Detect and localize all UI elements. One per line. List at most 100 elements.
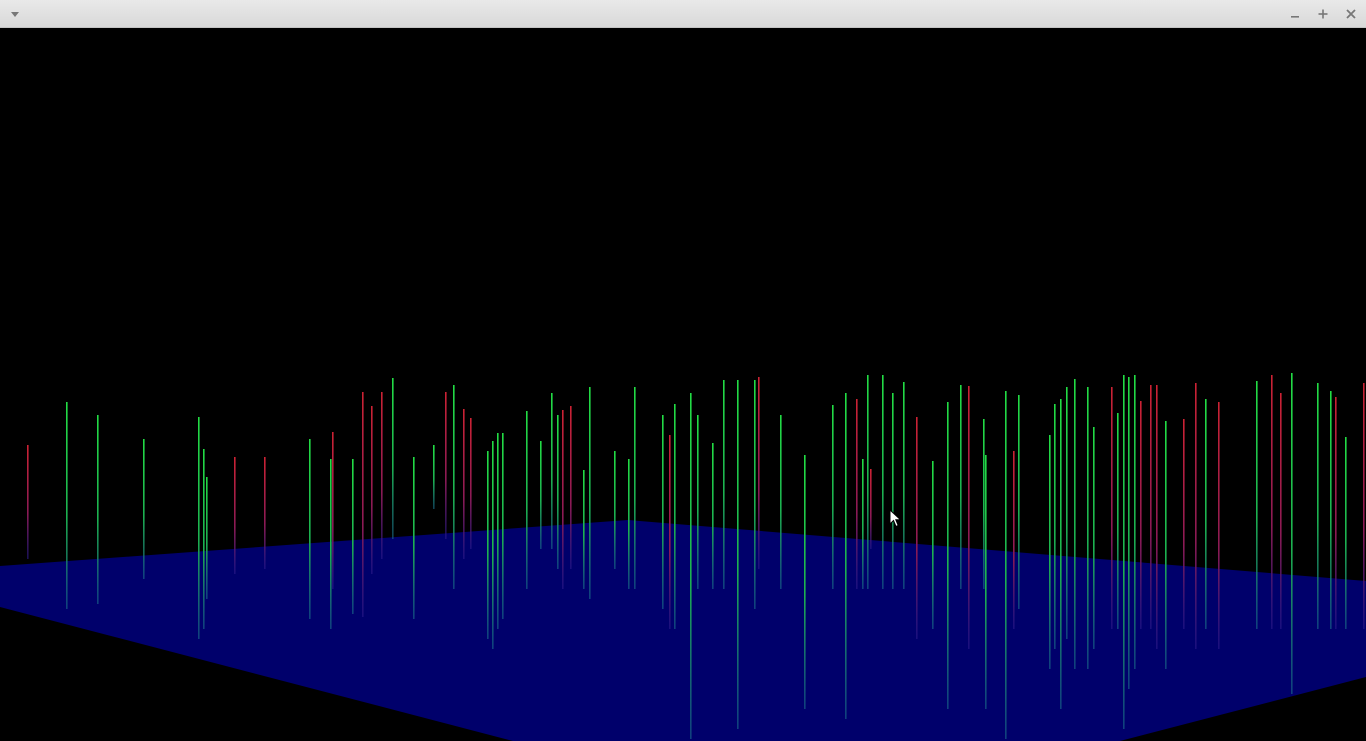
chevron-down-icon[interactable] (6, 6, 24, 22)
bar-red (1218, 402, 1220, 649)
close-icon[interactable] (1342, 6, 1360, 22)
bar-red (1271, 375, 1273, 629)
bar-red (371, 406, 373, 574)
bar-green (780, 415, 782, 589)
bar-green (1205, 399, 1207, 629)
bar-red (1156, 385, 1158, 649)
bar-green (960, 385, 962, 589)
3d-viewport[interactable] (0, 29, 1366, 741)
bar-green (453, 385, 455, 589)
bar-green (392, 378, 394, 539)
bar-green (614, 451, 616, 569)
maximize-icon[interactable] (1314, 6, 1332, 22)
bar-green (662, 415, 664, 609)
bar-green (1074, 379, 1076, 669)
bar-green (737, 380, 739, 729)
bar-green (804, 455, 806, 709)
bar-green (1345, 437, 1347, 629)
bar-green (583, 470, 585, 589)
bar-green (932, 461, 934, 629)
bar-green (754, 380, 756, 609)
bar-red (1111, 387, 1113, 629)
bar-green (557, 415, 559, 569)
bar-red (1195, 383, 1197, 649)
bar-green (1134, 375, 1136, 669)
bar-green (628, 459, 630, 589)
bar-green (198, 417, 200, 639)
bar-green (1087, 387, 1089, 669)
bar-green (867, 375, 869, 589)
bar-red (968, 386, 970, 649)
bar-red (381, 392, 383, 559)
bar-green (330, 459, 332, 629)
bar-green (723, 380, 725, 589)
bar-green (1093, 427, 1095, 649)
bar-red (1183, 419, 1185, 629)
bar-red (1335, 397, 1337, 629)
bar-green (882, 375, 884, 589)
bar-red (470, 418, 472, 549)
bar-red (332, 432, 334, 589)
bar-green (413, 457, 415, 619)
bar-red (264, 457, 266, 569)
bar-red (1140, 401, 1142, 629)
bar-red (570, 406, 572, 569)
bar-green (203, 449, 205, 629)
bar-red (445, 392, 447, 539)
bar-green (1165, 421, 1167, 669)
bar-green (589, 387, 591, 599)
bar-green (1128, 377, 1130, 689)
bar-green (526, 411, 528, 589)
title-bar[interactable] (0, 0, 1366, 28)
bar-green (352, 459, 354, 614)
bar-green (1060, 399, 1062, 709)
bar-green (634, 387, 636, 589)
bar-green (1123, 375, 1125, 729)
bar-green (551, 393, 553, 549)
bar-green (1117, 413, 1119, 629)
bar-green (1291, 373, 1293, 694)
application-window (0, 0, 1366, 741)
bar-green (892, 393, 894, 589)
bar-green (845, 393, 847, 719)
bar-green (492, 441, 494, 649)
minimize-icon[interactable] (1286, 6, 1304, 22)
bar-green (712, 443, 714, 589)
bar-green (832, 405, 834, 589)
bar-green (1256, 381, 1258, 629)
bar-red (870, 469, 872, 549)
bar-green (947, 402, 949, 709)
bar-green (143, 439, 145, 579)
bar-green (983, 419, 985, 589)
bar-green (433, 445, 435, 509)
bar-green (1049, 435, 1051, 669)
mouse-pointer-icon (889, 508, 903, 529)
bar-red (234, 457, 236, 574)
bar-red (856, 399, 858, 589)
bar-green (487, 451, 489, 639)
bar-green (903, 382, 905, 589)
bar-green (97, 415, 99, 604)
bar-green (206, 477, 208, 599)
bar-green (1018, 395, 1020, 609)
bar-green (66, 402, 68, 609)
bar-red (758, 377, 760, 569)
bar-green (309, 439, 311, 619)
bar-green (697, 415, 699, 589)
bar-green (862, 459, 864, 589)
bar-red (1150, 385, 1152, 629)
bar-green (1066, 387, 1068, 639)
bar-green (502, 433, 504, 619)
bar-green (540, 441, 542, 549)
scene-canvas[interactable] (0, 29, 1366, 741)
bar-red (362, 392, 364, 617)
bar-red (669, 435, 671, 629)
bar-green (985, 455, 987, 709)
bar-red (463, 409, 465, 559)
bar-green (690, 393, 692, 739)
bar-red (1363, 383, 1365, 629)
bar-green (1005, 391, 1007, 739)
bar-red (1013, 451, 1015, 629)
bar-red (1280, 393, 1282, 629)
bar-red (562, 410, 564, 589)
